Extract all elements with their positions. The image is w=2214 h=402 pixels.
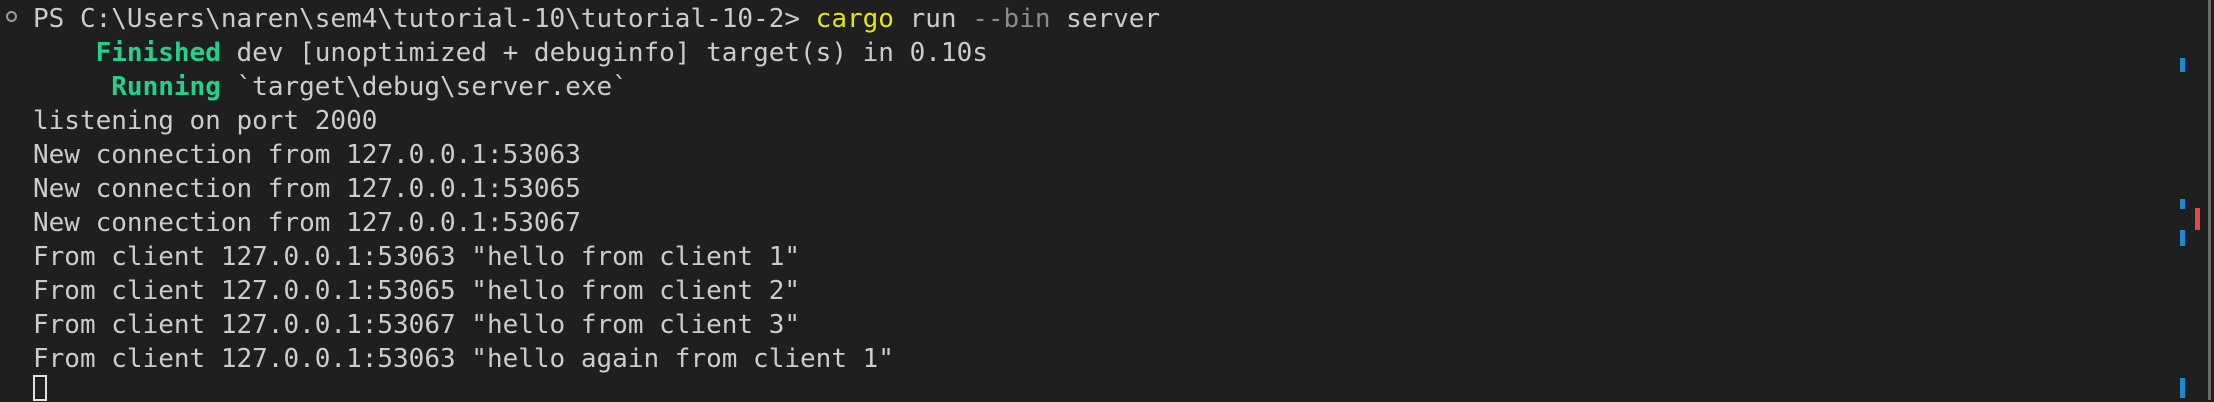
prompt-text: PS C:\Users\naren\sem4\tutorial-10\tutor… [33, 4, 816, 34]
output-line: New connection from 127.0.0.1:53065 [33, 174, 581, 204]
scroll-marker [2180, 230, 2185, 246]
command-name: cargo [815, 4, 894, 34]
command-decoration-icon[interactable] [6, 11, 17, 22]
running-text: `target\debug\server.exe` [220, 72, 628, 102]
output-line: From client 127.0.0.1:53063 "hello from … [33, 242, 801, 272]
command-args: run [893, 4, 973, 34]
scroll-marker [2180, 378, 2185, 398]
output-line: New connection from 127.0.0.1:53063 [33, 140, 581, 170]
scroll-marker [2180, 58, 2185, 72]
scroll-marker-error [2195, 208, 2200, 230]
output-line: listening on port 2000 [33, 106, 378, 136]
terminal-scrollbar[interactable] [2170, 0, 2214, 402]
finished-text: dev [unoptimized + debuginfo] target(s) … [220, 38, 988, 68]
terminal-cursor [33, 375, 47, 401]
command-flag: --bin [972, 4, 1051, 34]
finished-label: Finished [95, 38, 221, 68]
output-line: From client 127.0.0.1:53065 "hello from … [33, 276, 801, 306]
running-line: Running `target\debug\server.exe` [33, 70, 628, 104]
output-line: From client 127.0.0.1:53067 "hello from … [33, 310, 801, 340]
terminal-panel[interactable]: PS C:\Users\naren\sem4\tutorial-10\tutor… [0, 0, 2170, 402]
finished-line: Finished dev [unoptimized + debuginfo] t… [33, 36, 988, 70]
running-label: Running [111, 72, 221, 102]
output-line: New connection from 127.0.0.1:53067 [33, 208, 581, 238]
scrollbar-track[interactable] [2208, 0, 2211, 400]
command-line: PS C:\Users\naren\sem4\tutorial-10\tutor… [33, 2, 1160, 36]
scroll-marker [2180, 199, 2185, 209]
command-args-2: server [1050, 4, 1161, 34]
output-line: From client 127.0.0.1:53063 "hello again… [33, 344, 894, 374]
